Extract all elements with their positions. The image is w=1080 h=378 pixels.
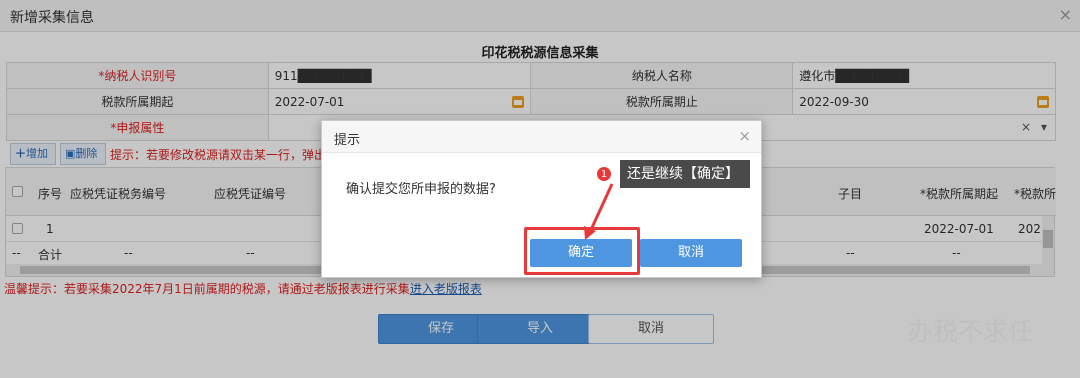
- wechat-icon: [854, 320, 894, 346]
- step-badge: 1: [596, 166, 612, 182]
- annotation-callout: 还是继续【确定】: [620, 160, 750, 188]
- watermark-text: 办税不求任: [908, 317, 1034, 346]
